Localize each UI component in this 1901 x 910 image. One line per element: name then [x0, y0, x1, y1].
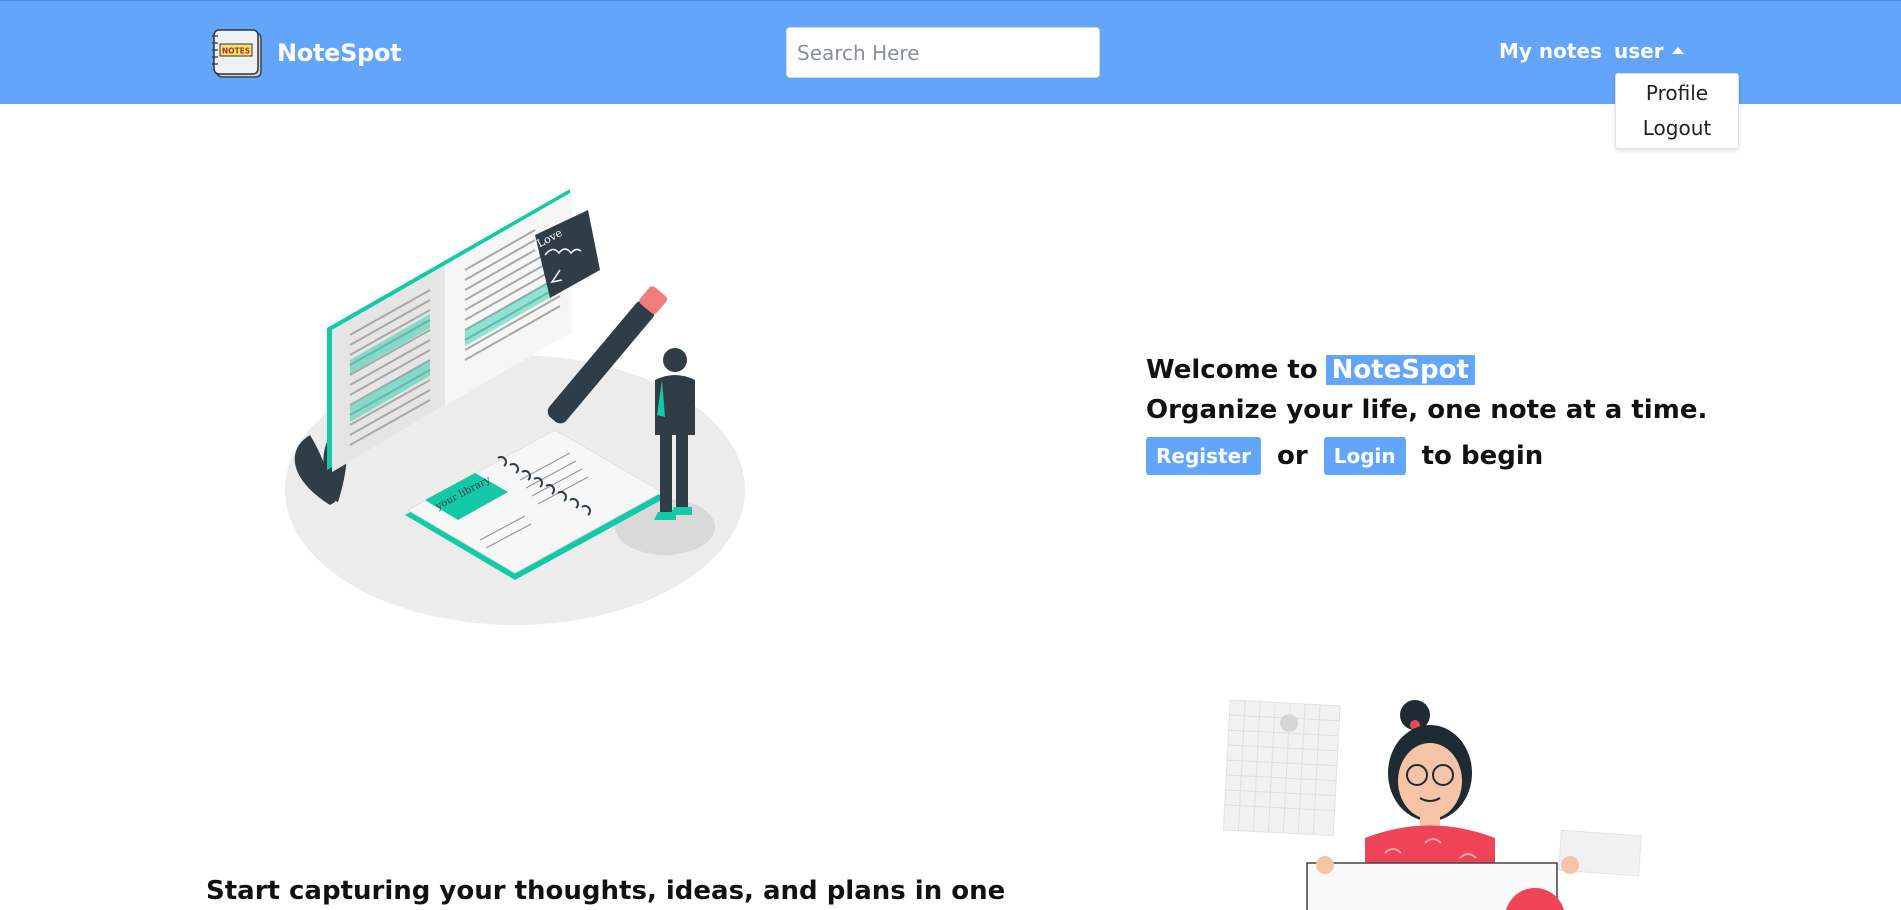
notebook-writer-illustration: Love your library: [285, 189, 745, 625]
welcome-block: Welcome to NoteSpot Organize your life, …: [1146, 350, 1707, 478]
svg-text:NOTES: NOTES: [222, 47, 250, 56]
tagline: Organize your life, one note at a time.: [1146, 395, 1708, 425]
search-input[interactable]: [786, 27, 1100, 78]
logout-menu-item[interactable]: Logout: [1616, 116, 1738, 140]
woman-with-board-illustration: [1222, 699, 1642, 910]
profile-menu-item[interactable]: Profile: [1616, 81, 1738, 105]
begin-text: to begin: [1421, 441, 1544, 471]
login-button[interactable]: Login: [1323, 437, 1406, 475]
brand-link[interactable]: NOTES NoteSpot: [211, 27, 402, 79]
welcome-line: Welcome to NoteSpot: [1146, 350, 1707, 390]
brand-highlight: NoteSpot: [1325, 355, 1475, 385]
brand-name: NoteSpot: [277, 39, 402, 67]
or-text: or: [1277, 441, 1308, 471]
nav-my-notes-link[interactable]: My notes: [1499, 39, 1602, 63]
register-button[interactable]: Register: [1146, 437, 1262, 475]
user-menu-toggle[interactable]: user: [1614, 39, 1684, 63]
caret-up-icon: [1671, 46, 1684, 54]
section2-text: Start capturing your thoughts, ideas, an…: [206, 876, 1006, 906]
user-dropdown-menu: Profile Logout: [1615, 73, 1739, 149]
cta-row: Register or Login to begin: [1146, 434, 1707, 478]
notebook-logo-icon: NOTES: [212, 29, 262, 78]
welcome-prefix: Welcome to: [1146, 355, 1318, 385]
user-name: user: [1614, 39, 1664, 63]
